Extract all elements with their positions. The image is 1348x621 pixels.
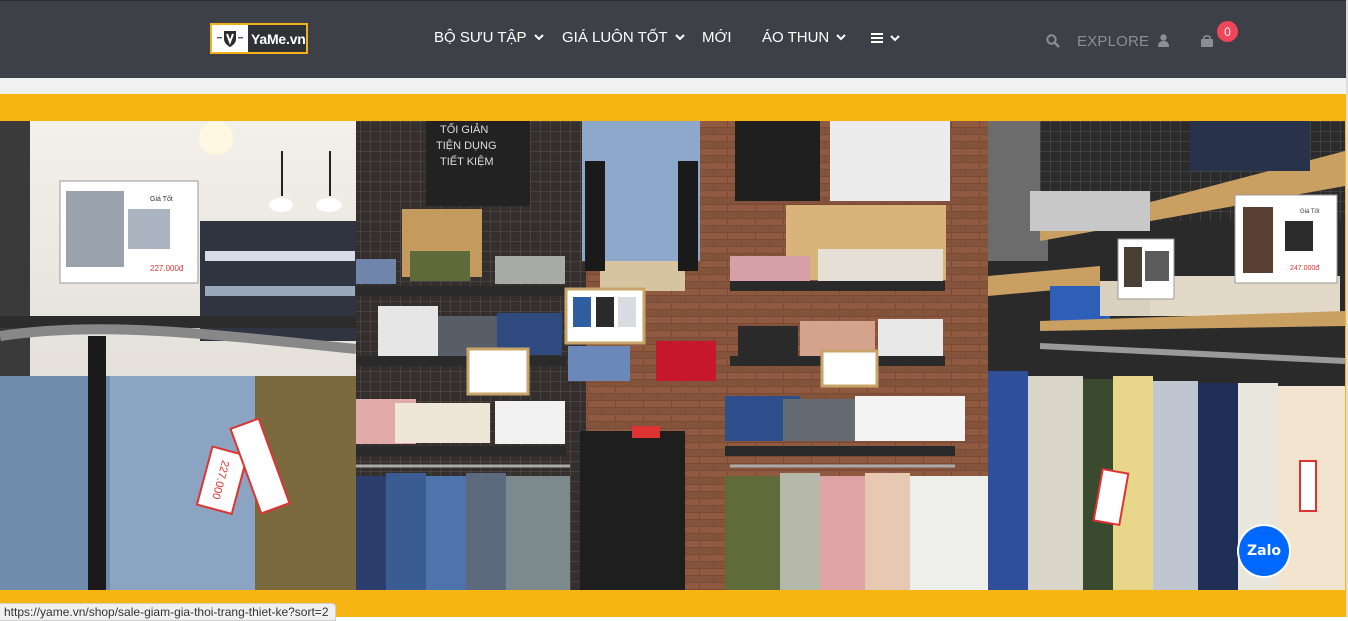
zalo-label: Zalo — [1246, 543, 1281, 559]
cart-icon[interactable] — [1200, 34, 1214, 47]
right-sign-title: Giá Tốt — [1300, 209, 1320, 215]
nav-label: BỘ SƯU TẬP — [434, 29, 527, 46]
user-icon[interactable] — [1158, 34, 1169, 47]
right-sign-price: 247.000đ — [1290, 265, 1319, 272]
chevron-down-icon — [836, 34, 846, 41]
nav-item-gia-luon-tot[interactable]: GIÁ LUÔN TỐT — [562, 29, 685, 46]
nav-label: ÁO THUN — [762, 29, 830, 46]
header-spacer — [0, 78, 1346, 94]
site-header: YaMe.vn BỘ SƯU TẬP GIÁ LUÔN TỐT MỚI ÁO T… — [0, 0, 1346, 79]
explore-link[interactable]: EXPLORE — [1077, 33, 1149, 50]
nav-item-bo-suu-tap[interactable]: BỘ SƯU TẬP — [434, 29, 544, 46]
chevron-down-icon — [890, 34, 900, 41]
search-icon[interactable] — [1046, 34, 1060, 48]
nav-label: MỚI — [702, 29, 732, 46]
store-poster: TỐI GIẢN TIỆN DỤNG TIẾT KIỆM — [436, 122, 500, 168]
hamburger-icon — [871, 33, 883, 43]
nav-item-ao-thun[interactable]: ÁO THUN — [762, 29, 846, 46]
more-menu-button[interactable] — [871, 33, 900, 43]
cart-count-badge: 0 — [1217, 21, 1238, 42]
store-photo: Giá Tốt 227.000đ 227.000 TỐI GIẢN TIỆN D… — [0, 121, 1345, 590]
left-sign-price: 227.000đ — [150, 264, 184, 273]
status-bar-url: https://yame.vn/shop/sale-giam-gia-thoi-… — [0, 603, 336, 621]
site-logo[interactable]: YaMe.vn — [210, 23, 308, 54]
left-sign-title: Giá Tốt — [150, 194, 173, 203]
nav-label: GIÁ LUÔN TỐT — [562, 29, 668, 46]
chevron-down-icon — [533, 34, 544, 41]
zalo-chat-button[interactable]: Zalo — [1239, 526, 1289, 576]
logo-emblem-icon — [212, 25, 248, 52]
chevron-down-icon — [674, 34, 685, 41]
hero-banner[interactable]: Giá Tốt 227.000đ 227.000 TỐI GIẢN TIỆN D… — [0, 121, 1345, 590]
nav-item-moi[interactable]: MỚI — [702, 29, 732, 46]
logo-text: YaMe.vn — [251, 30, 306, 47]
